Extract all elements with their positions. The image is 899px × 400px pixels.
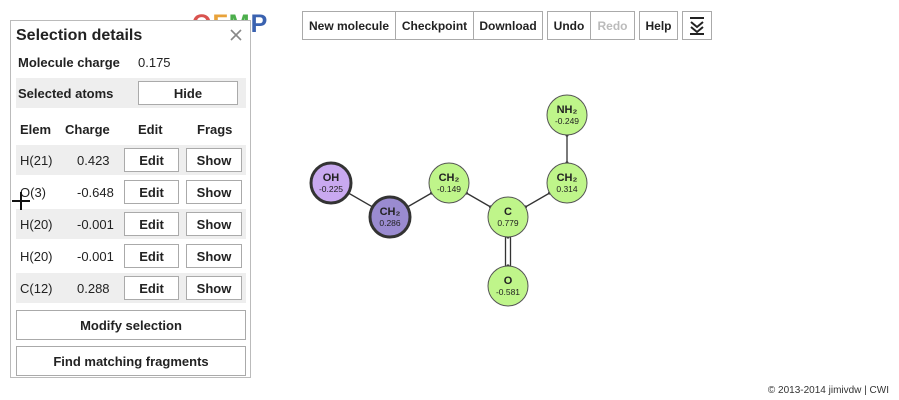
atom-node[interactable]: CH₂-0.149 <box>428 162 470 204</box>
atom-label: NH₂ <box>557 104 578 116</box>
atom-label: C <box>504 206 512 218</box>
atom-charge: -0.648 <box>77 184 114 200</box>
atom-label: CH₂ <box>557 172 578 184</box>
modify-selection-button[interactable]: Modify selection <box>16 310 246 340</box>
atom-charge-label: -0.249 <box>555 116 579 126</box>
atom-row: O(3) -0.648 Edit Show <box>16 177 246 207</box>
edit-atom-button[interactable]: Edit <box>124 148 179 172</box>
atom-elem: H(21) <box>20 152 53 168</box>
atom-node[interactable]: O-0.581 <box>487 265 529 307</box>
atoms-table-header: Elem Charge Edit Frags <box>16 115 246 143</box>
atom-row: H(21) 0.423 Edit Show <box>16 145 246 175</box>
col-edit: Edit <box>138 121 163 137</box>
show-frags-button[interactable]: Show <box>186 180 242 204</box>
atom-node[interactable]: CH₂0.314 <box>546 162 588 204</box>
copyright-footer: © 2013-2014 jimivdw | CWI <box>767 385 889 396</box>
atom-charge-label: -0.225 <box>319 184 343 194</box>
selection-details-panel: Selection details Molecule charge 0.175 … <box>10 20 251 378</box>
molecule-charge-value: 0.175 <box>138 54 171 70</box>
atom-node[interactable]: OH-0.225 <box>309 161 353 205</box>
molecule-charge-label: Molecule charge <box>18 54 120 70</box>
atom-charge: 0.288 <box>77 280 110 296</box>
find-matching-fragments-button[interactable]: Find matching fragments <box>16 346 246 376</box>
col-frags: Frags <box>197 121 233 137</box>
atom-elem: H(20) <box>20 216 53 232</box>
atom-elem: C(12) <box>20 280 53 296</box>
show-frags-button[interactable]: Show <box>186 212 242 236</box>
atom-row: C(12) 0.288 Edit Show <box>16 273 246 303</box>
atom-charge: -0.001 <box>77 216 114 232</box>
atom-node[interactable]: CH₂0.286 <box>368 195 412 239</box>
molecule-charge-row: Molecule charge 0.175 <box>16 50 246 74</box>
atom-node[interactable]: NH₂-0.249 <box>546 94 588 136</box>
atom-charge-label: 0.779 <box>497 218 519 228</box>
show-frags-button[interactable]: Show <box>186 148 242 172</box>
move-cursor-icon <box>12 192 30 210</box>
atom-node[interactable]: C0.779 <box>487 196 529 238</box>
atom-label: O <box>504 275 513 287</box>
hide-button[interactable]: Hide <box>138 81 238 105</box>
edit-atom-button[interactable]: Edit <box>124 276 179 300</box>
atom-charge: 0.423 <box>77 152 110 168</box>
edit-atom-button[interactable]: Edit <box>124 212 179 236</box>
atom-charge-label: 0.314 <box>556 184 578 194</box>
panel-title: Selection details <box>16 27 143 44</box>
atom-label: OH <box>323 172 340 184</box>
close-icon[interactable] <box>228 27 244 43</box>
atom-charge-label: -0.581 <box>496 287 520 297</box>
edit-atom-button[interactable]: Edit <box>124 244 179 268</box>
atom-charge-label: -0.149 <box>437 184 461 194</box>
col-charge: Charge <box>65 121 110 137</box>
atom-charge-label: 0.286 <box>379 218 401 228</box>
show-frags-button[interactable]: Show <box>186 276 242 300</box>
atom-row: H(20) -0.001 Edit Show <box>16 209 246 239</box>
atom-label: CH₂ <box>380 206 401 218</box>
edit-atom-button[interactable]: Edit <box>124 180 179 204</box>
atom-row: H(20) -0.001 Edit Show <box>16 241 246 271</box>
selected-atoms-label: Selected atoms <box>18 85 114 101</box>
selected-atoms-row: Selected atoms Hide <box>16 78 246 108</box>
show-frags-button[interactable]: Show <box>186 244 242 268</box>
atom-label: CH₂ <box>439 172 460 184</box>
atom-elem: H(20) <box>20 248 53 264</box>
atom-charge: -0.001 <box>77 248 114 264</box>
col-elem: Elem <box>20 121 52 137</box>
